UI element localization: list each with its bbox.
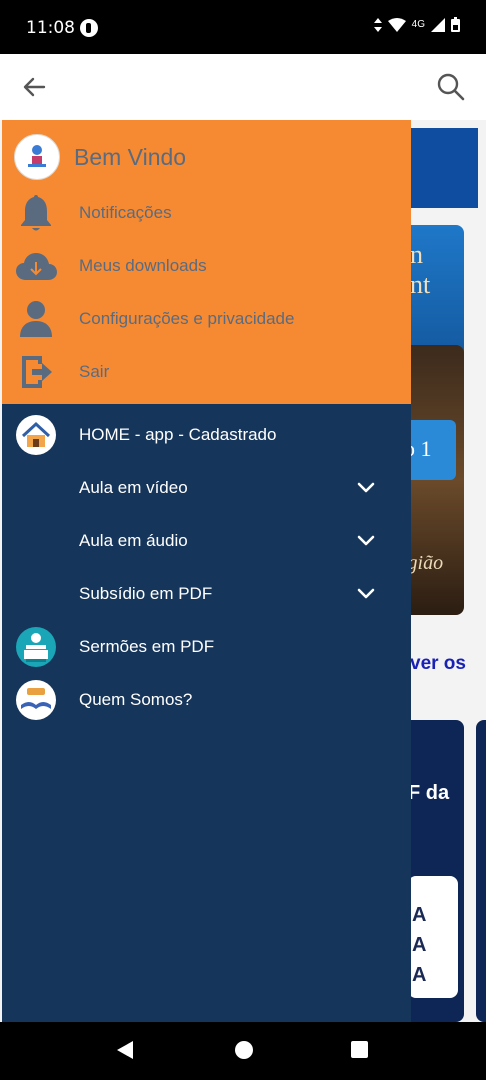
search-button[interactable] [434, 70, 468, 104]
menu-item-settings-privacy[interactable]: Configurações e privacidade [2, 292, 411, 345]
back-button[interactable] [18, 70, 52, 104]
banner[interactable] [400, 128, 478, 208]
menu-label: Meus downloads [79, 255, 207, 275]
nav-back-icon[interactable] [117, 1041, 133, 1059]
menu-item-video-lessons[interactable]: Aula em vídeo [2, 461, 411, 514]
menu-item-notifications[interactable]: Notificações [2, 186, 411, 239]
menu-label: Notificações [79, 202, 172, 222]
menu-label: Quem Somos? [79, 689, 193, 709]
menu-item-about-us[interactable]: Quem Somos? [2, 673, 411, 726]
status-bar: 11:08 4G [0, 0, 486, 54]
bell-icon [14, 191, 58, 235]
menu-label: Aula em vídeo [79, 477, 188, 497]
menu-label: Aula em áudio [79, 530, 188, 550]
menu-item-audio-lessons[interactable]: Aula em áudio [2, 514, 411, 567]
search-icon [437, 73, 465, 101]
next-card[interactable] [476, 720, 486, 1022]
welcome-text: Bem Vindo [74, 144, 187, 170]
book-logo-icon [14, 678, 58, 722]
user-icon [14, 297, 58, 341]
menu-label: Subsídio em PDF [79, 583, 213, 603]
app-notification-icon [80, 19, 98, 37]
chevron-down-icon[interactable] [356, 531, 376, 551]
signal-icon [431, 17, 445, 32]
avatar[interactable] [14, 134, 60, 180]
chevron-down-icon[interactable] [356, 584, 376, 604]
menu-item-logout[interactable]: Sair [2, 345, 411, 398]
pdf-card-box: A A A [408, 876, 458, 998]
app-bar [0, 54, 486, 120]
menu-item-sermons-pdf[interactable]: Sermões em PDF [2, 620, 411, 673]
logout-icon [14, 350, 58, 394]
nav-recents-icon[interactable] [351, 1041, 368, 1058]
nav-home-icon[interactable] [235, 1041, 253, 1059]
status-time: 11:08 [26, 18, 75, 38]
featured-card-text: n nt [410, 240, 431, 299]
preacher-icon [14, 625, 58, 669]
data-arrows-icon [373, 17, 382, 32]
pdf-card-title: F da [408, 782, 450, 804]
cloud-download-icon [14, 244, 58, 288]
menu-label: Sair [79, 361, 110, 381]
status-icons: 4G [373, 17, 460, 32]
see-all-link[interactable]: ver os [410, 653, 466, 675]
wifi-icon [387, 17, 406, 32]
menu-label: Sermões em PDF [79, 636, 215, 656]
battery-icon [451, 17, 460, 32]
menu-item-pdf-subsidy[interactable]: Subsídio em PDF [2, 567, 411, 620]
drawer-header: Bem Vindo Notificações Meus downloads Co… [2, 120, 411, 404]
home-icon [14, 413, 58, 457]
user-avatar-icon [28, 145, 46, 167]
network-type: 4G [411, 19, 425, 30]
navigation-drawer: Bem Vindo Notificações Meus downloads Co… [2, 120, 411, 1022]
menu-item-home[interactable]: HOME - app - Cadastrado [2, 408, 411, 461]
chevron-down-icon[interactable] [356, 478, 376, 498]
arrow-left-icon [23, 77, 46, 97]
system-nav-bar [0, 1022, 486, 1080]
menu-label: Configurações e privacidade [79, 308, 295, 328]
menu-label: HOME - app - Cadastrado [79, 424, 277, 444]
menu-item-downloads[interactable]: Meus downloads [2, 239, 411, 292]
